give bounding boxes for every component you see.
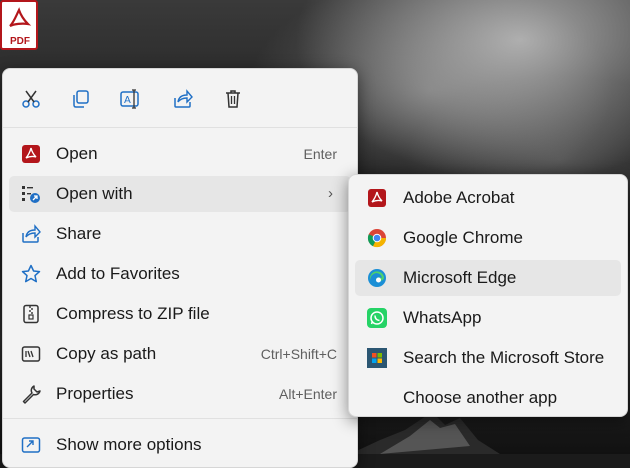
menu-item-open[interactable]: Open Enter [9, 136, 351, 172]
pdf-file-icon: PDF [0, 0, 38, 50]
cut-button[interactable] [17, 85, 45, 113]
shortcut-label: Ctrl+Shift+C [260, 346, 337, 362]
menu-item-share[interactable]: Share [9, 216, 351, 252]
store-icon [367, 348, 387, 368]
menu-item-show-more-options[interactable]: Show more options [9, 427, 351, 463]
copy-path-icon [21, 344, 41, 364]
acrobat-icon [21, 144, 41, 164]
menu-item-copy-as-path[interactable]: Copy as path Ctrl+Shift+C [9, 336, 351, 372]
submenu-item-label: WhatsApp [403, 308, 482, 327]
menu-item-label: Share [56, 224, 102, 243]
open-with-submenu: Adobe Acrobat Google Chrome Microsoft Ed… [348, 174, 628, 417]
submenu-item-search-store[interactable]: Search the Microsoft Store [355, 340, 621, 376]
submenu-item-microsoft-edge[interactable]: Microsoft Edge [355, 260, 621, 296]
submenu-item-adobe-acrobat[interactable]: Adobe Acrobat [355, 180, 621, 216]
more-options-icon [21, 435, 41, 455]
menu-item-open-with[interactable]: Open with › [9, 176, 351, 212]
submenu-item-label: Adobe Acrobat [403, 188, 515, 207]
zip-icon [21, 304, 41, 324]
delete-button[interactable] [219, 85, 247, 113]
rename-button[interactable]: A [117, 85, 145, 113]
copy-icon [73, 90, 89, 108]
menu-item-label: Add to Favorites [56, 264, 180, 283]
share-button[interactable] [169, 85, 197, 113]
rename-icon: A [120, 89, 139, 109]
svg-text:A: A [124, 95, 131, 106]
menu-item-label: Properties [56, 384, 134, 403]
submenu-item-label: Search the Microsoft Store [403, 348, 605, 367]
desktop-pdf-file[interactable]: PDF [0, 0, 40, 52]
context-menu-toolbar: A [3, 69, 357, 128]
copy-button[interactable] [67, 85, 95, 113]
menu-item-label: Copy as path [56, 344, 157, 363]
menu-item-label: Open [56, 144, 98, 163]
menu-item-label: Open with [56, 184, 133, 203]
pdf-label: PDF [10, 36, 30, 47]
shortcut-label: Enter [303, 146, 337, 162]
menu-item-add-to-favorites[interactable]: Add to Favorites [9, 256, 351, 292]
submenu-item-choose-another-app[interactable]: Choose another app [355, 380, 621, 416]
submenu-item-label: Google Chrome [403, 228, 524, 247]
menu-item-properties[interactable]: Properties Alt+Enter [9, 376, 351, 412]
cut-icon [22, 90, 40, 108]
whatsapp-icon [367, 308, 387, 328]
submenu-item-label: Choose another app [403, 388, 558, 407]
share-icon [21, 224, 41, 244]
acrobat-icon [367, 188, 387, 208]
edge-icon [367, 268, 387, 288]
star-icon [21, 264, 41, 284]
share-icon [174, 89, 193, 108]
menu-item-label: Show more options [56, 435, 202, 454]
submenu-item-google-chrome[interactable]: Google Chrome [355, 220, 621, 256]
open-with-icon [21, 184, 41, 204]
shortcut-label: Alt+Enter [279, 386, 337, 402]
context-menu: A Open Enter Open with › Share Add to Fa… [2, 68, 358, 468]
menu-item-label: Compress to ZIP file [56, 304, 210, 323]
chevron-right-icon: › [328, 185, 333, 202]
menu-separator [3, 418, 357, 419]
submenu-item-label: Microsoft Edge [403, 268, 517, 287]
wrench-icon [21, 384, 41, 404]
delete-icon [226, 90, 240, 108]
menu-item-compress-zip[interactable]: Compress to ZIP file [9, 296, 351, 332]
submenu-item-whatsapp[interactable]: WhatsApp [355, 300, 621, 336]
chrome-icon [367, 228, 387, 248]
